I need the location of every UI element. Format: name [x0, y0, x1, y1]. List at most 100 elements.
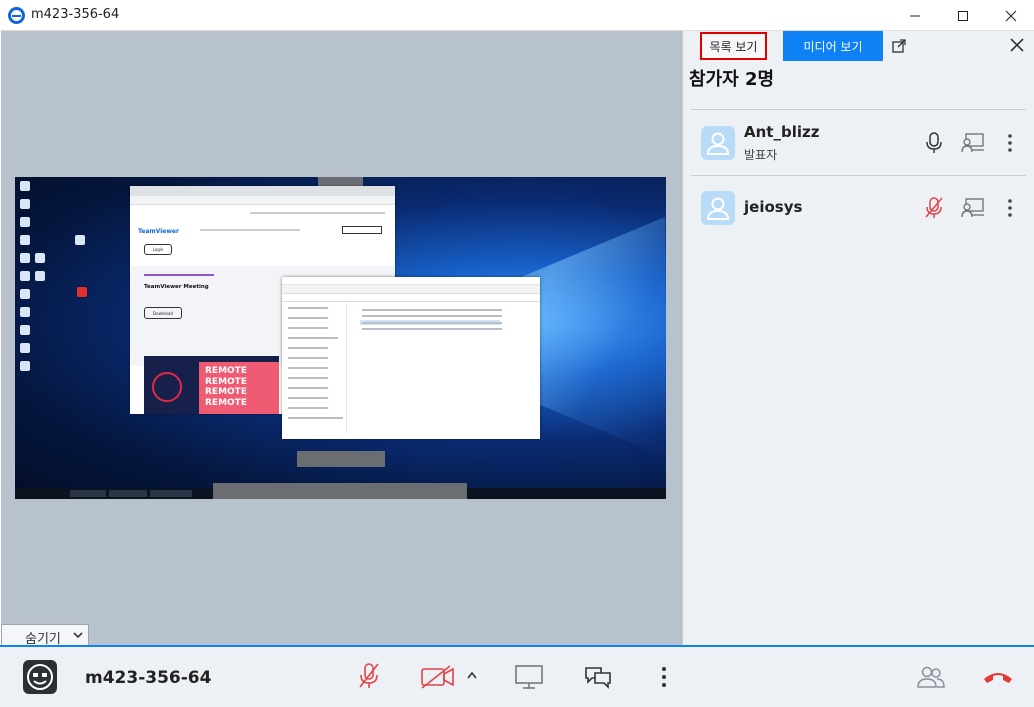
minimize-button[interactable]: [892, 0, 938, 31]
desktop-icon: [20, 271, 30, 281]
title-bar: m423-356-64: [0, 0, 1034, 31]
promo-text: REMOTE REMOTE REMOTE REMOTE: [199, 362, 279, 414]
browser-login-button: Login: [144, 244, 172, 255]
explorer-address-bar: [282, 294, 540, 302]
file-row: [362, 328, 502, 330]
participant-name: jeiosys: [744, 198, 803, 216]
chevron-down-icon: [73, 632, 83, 639]
chevron-up-icon[interactable]: [466, 670, 478, 680]
avatar: [701, 126, 735, 160]
desktop-icon: [35, 253, 45, 263]
presenter-screen-icon[interactable]: [960, 132, 986, 154]
browser-tab-bar: [130, 186, 395, 196]
nav-row: [288, 317, 328, 319]
browser-download-button: Download: [144, 307, 182, 319]
file-row: [362, 309, 502, 311]
nav-row: [288, 327, 328, 329]
nav-row: [288, 407, 328, 409]
session-avatar: [23, 660, 57, 694]
participant-role: 발표자: [744, 148, 778, 162]
browser-meeting-heading: TeamViewer Meeting: [144, 284, 209, 290]
nav-row: [288, 357, 328, 359]
taskbar-item: [70, 490, 106, 497]
participants-panel: 목록 보기 미디어 보기 참가자 2명 Ant_blizz 발표자 jeiosy…: [682, 31, 1034, 645]
nav-row: [288, 337, 338, 339]
desktop-icon: [20, 289, 30, 299]
user-icon: [706, 197, 730, 220]
browser-address-bar: [130, 196, 395, 205]
desktop-icon: [20, 199, 30, 209]
nav-row: [288, 367, 328, 369]
popout-icon[interactable]: [891, 38, 907, 54]
more-icon[interactable]: [1007, 198, 1013, 218]
participants-icon[interactable]: [916, 665, 946, 689]
maximize-icon: [958, 10, 968, 21]
nav-row: [288, 347, 328, 349]
participants-count-title: 참가자 2명: [689, 69, 775, 90]
screen-share-icon[interactable]: [514, 664, 544, 690]
more-icon[interactable]: [661, 666, 667, 688]
redacted-block: [297, 451, 385, 467]
remote-file-explorer-window: [282, 277, 540, 439]
divider: [691, 175, 1026, 176]
browser-nav-strip: [250, 212, 385, 214]
file-row: [362, 315, 502, 317]
maximize-button[interactable]: [940, 0, 986, 31]
desktop-icon: [20, 307, 30, 317]
mic-muted-icon[interactable]: [924, 196, 944, 220]
window-close-button[interactable]: [988, 0, 1034, 31]
hide-toolbar-toggle[interactable]: 숨기기: [1, 624, 89, 647]
browser-promo-banner: REMOTE REMOTE REMOTE REMOTE: [144, 356, 279, 414]
user-icon: [706, 132, 730, 155]
file-row: [362, 322, 502, 324]
avatar: [701, 191, 735, 225]
desktop-icon: [20, 217, 30, 227]
browser-teamviewer-logo: TeamViewer: [138, 228, 179, 235]
desktop-icon: [20, 343, 30, 353]
panel-close-icon[interactable]: [1010, 38, 1024, 52]
chat-icon[interactable]: [583, 664, 613, 690]
desktop-icon: [20, 325, 30, 335]
redacted-block: [213, 483, 467, 499]
close-icon: [1005, 10, 1017, 21]
window-title: m423-356-64: [31, 7, 120, 22]
nav-row: [288, 307, 328, 309]
hang-up-icon[interactable]: [981, 669, 1015, 685]
tab-media-view[interactable]: 미디어 보기: [783, 31, 883, 61]
promo-clock-icon: [152, 372, 182, 402]
browser-cta: [342, 226, 382, 234]
meeting-control-bar: m423-356-64: [0, 645, 1034, 707]
session-face-icon: [27, 664, 53, 690]
shared-screen-stage: TeamViewer Login TeamViewer Meeting Down…: [1, 31, 682, 645]
mic-muted-icon[interactable]: [358, 662, 380, 690]
desktop-icon: [20, 235, 30, 245]
desktop-icon: [20, 253, 30, 263]
desktop-icon: [20, 181, 30, 191]
teamviewer-logo-icon: [8, 7, 25, 24]
participant-row[interactable]: Ant_blizz 발표자: [691, 111, 1026, 175]
nav-row: [288, 387, 328, 389]
camera-off-icon[interactable]: [420, 664, 456, 690]
divider: [691, 109, 1026, 110]
remote-desktop-view[interactable]: TeamViewer Login TeamViewer Meeting Down…: [15, 177, 666, 499]
desktop-icon: [75, 235, 85, 245]
browser-menu-strip: [200, 229, 300, 231]
more-icon[interactable]: [1007, 133, 1013, 153]
tab-list-view[interactable]: 목록 보기: [700, 32, 767, 60]
explorer-title-bar: [282, 277, 540, 285]
presenter-screen-icon[interactable]: [960, 197, 986, 219]
nav-row: [288, 377, 328, 379]
taskbar-item: [150, 490, 192, 497]
participant-row[interactable]: jeiosys: [691, 177, 1026, 241]
nav-row: [288, 417, 343, 419]
mic-icon[interactable]: [924, 131, 944, 155]
desktop-icon: [20, 361, 30, 371]
participant-name: Ant_blizz: [744, 123, 820, 141]
minimize-icon: [910, 15, 920, 16]
desktop-icon: [77, 287, 87, 297]
desktop-icon: [35, 271, 45, 281]
browser-hero-line: [144, 274, 214, 276]
nav-row: [288, 397, 328, 399]
taskbar-item: [109, 490, 147, 497]
session-id-label: m423-356-64: [85, 668, 212, 688]
